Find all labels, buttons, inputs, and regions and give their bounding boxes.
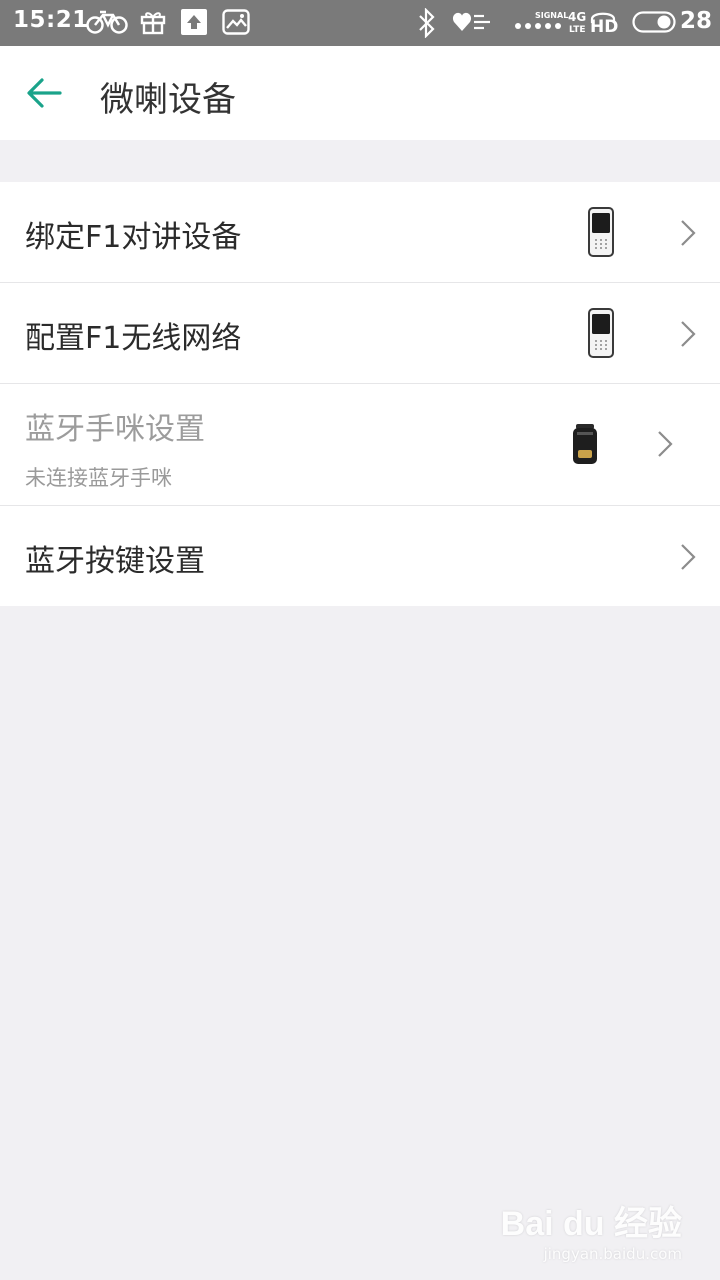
- bluetooth-icon: [419, 8, 435, 38]
- list-item-label: 蓝牙按键设置: [25, 544, 205, 579]
- walkie-talkie-icon: [588, 308, 614, 358]
- baidu-watermark: Bai du 经验 jingyan.baidu.com: [501, 1196, 682, 1263]
- bluetooth-mic-icon: [573, 424, 597, 464]
- watermark-url: jingyan.baidu.com: [543, 1245, 682, 1263]
- walkie-talkie-icon: [588, 207, 614, 257]
- list-item-config-f1-wifi[interactable]: 配置F1无线网络: [0, 282, 720, 383]
- status-bar: 15:21 SIGNAL 4G LTE HD 28: [0, 0, 720, 46]
- list-item-sublabel: 未连接蓝牙手咪: [25, 466, 172, 490]
- chevron-right-icon: [681, 544, 696, 570]
- list-item-label: 绑定F1对讲设备: [25, 220, 242, 255]
- arrow-left-icon[interactable]: [24, 76, 64, 110]
- network-sub-label: LTE: [569, 25, 586, 35]
- app-bar: 微喇设备: [0, 46, 720, 140]
- chevron-right-icon: [681, 220, 696, 246]
- chevron-right-icon: [658, 431, 673, 457]
- settings-list: 绑定F1对讲设备 配置F1无线网络 蓝牙手咪设置 未连接蓝牙手咪 蓝牙按键设置: [0, 182, 720, 606]
- signal-label: SIGNAL: [535, 11, 569, 20]
- list-item-bluetooth-keys[interactable]: 蓝牙按键设置: [0, 505, 720, 606]
- battery-icon: [632, 11, 676, 33]
- network-label: 4G: [568, 10, 587, 24]
- status-time: 15:21: [13, 7, 89, 33]
- battery-level: 28: [680, 8, 713, 34]
- page-title: 微喇设备: [100, 80, 236, 120]
- heart-icon: [452, 12, 490, 31]
- list-item-bind-f1[interactable]: 绑定F1对讲设备: [0, 182, 720, 282]
- list-item-bluetooth-mic[interactable]: 蓝牙手咪设置 未连接蓝牙手咪: [0, 383, 720, 505]
- watermark-logo: Bai du 经验: [500, 1205, 682, 1243]
- chevron-right-icon: [681, 321, 696, 347]
- bike-icon: [86, 10, 128, 34]
- upload-icon: [181, 9, 207, 35]
- signal-icon: [515, 23, 561, 29]
- list-item-label: 蓝牙手咪设置: [25, 412, 205, 447]
- gift-icon: [140, 12, 166, 35]
- hd-label: HD: [590, 17, 619, 37]
- image-icon: [222, 9, 250, 35]
- list-item-label: 配置F1无线网络: [25, 321, 242, 356]
